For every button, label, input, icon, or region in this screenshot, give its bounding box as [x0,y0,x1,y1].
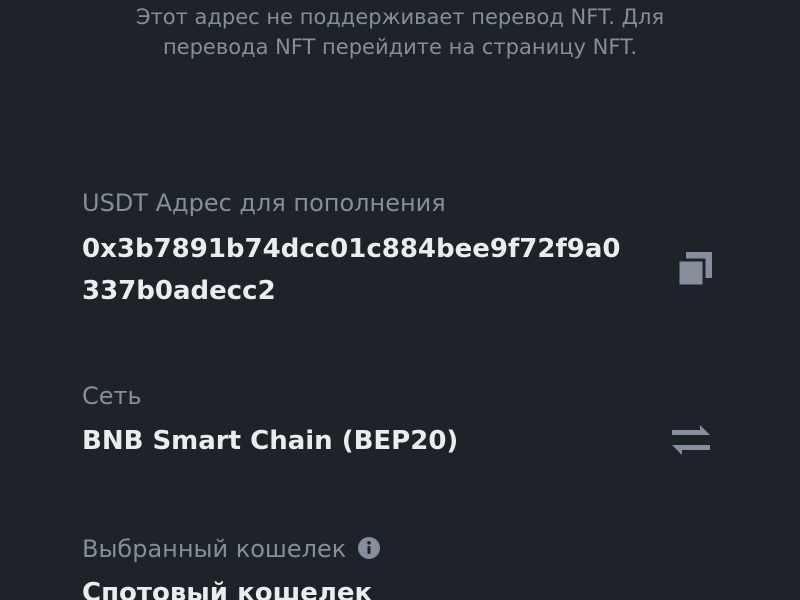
nft-notice-line-1: Этот адрес не поддерживает перевод NFT. … [135,5,665,29]
deposit-address-line-1[interactable]: 0x3b7891b74dcc01c884bee9f72f9a0 [82,228,621,270]
network-value[interactable]: BNB Smart Chain (BEP20) [82,420,458,462]
wallet-value[interactable]: Спотовый кошелек [82,572,372,600]
wallet-label-row: Выбранный кошелек [82,534,381,564]
info-icon[interactable] [358,537,381,559]
nft-notice: Этот адрес не поддерживает перевод NFT. … [80,2,720,62]
wallet-label: Выбранный кошелек [82,535,347,563]
swap-arrows-icon[interactable] [670,422,712,458]
nft-notice-line-2: перевода NFT перейдите на страницу NFT. [162,35,638,59]
copy-icon[interactable] [676,250,714,288]
network-label: Сеть [82,382,142,410]
deposit-address-label: USDT Адрес для пополнения [82,189,446,217]
deposit-screen: Этот адрес не поддерживает перевод NFT. … [0,0,800,600]
deposit-address-line-2[interactable]: 337b0adecc2 [82,270,276,312]
